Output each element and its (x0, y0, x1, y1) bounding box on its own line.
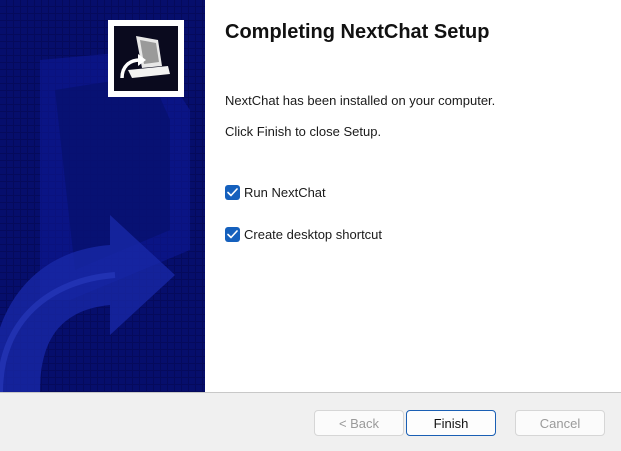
run-nextchat-option[interactable]: Run NextChat (225, 183, 326, 201)
setup-wizard-window: Completing NextChat Setup NextChat has b… (0, 0, 621, 451)
page-title: Completing NextChat Setup (225, 21, 490, 43)
run-nextchat-checkbox[interactable] (225, 184, 240, 200)
cancel-button[interactable]: Cancel (515, 410, 605, 436)
wizard-banner (0, 0, 205, 392)
desktop-shortcut-option[interactable]: Create desktop shortcut (225, 225, 382, 243)
close-hint-message: Click Finish to close Setup. (225, 124, 382, 139)
back-button[interactable]: < Back (314, 410, 404, 436)
desktop-shortcut-checkbox[interactable] (225, 226, 240, 242)
desktop-shortcut-label[interactable]: Create desktop shortcut (244, 227, 382, 242)
finish-button[interactable]: Finish (406, 410, 496, 436)
run-nextchat-label[interactable]: Run NextChat (244, 185, 326, 200)
installed-message: NextChat has been installed on your comp… (225, 93, 496, 108)
installer-logo (108, 20, 184, 97)
installer-computer-icon (114, 26, 178, 91)
checkmark-icon (227, 229, 238, 238)
checkmark-icon (227, 187, 238, 196)
wizard-button-bar: < Back Finish Cancel (0, 392, 621, 451)
wizard-content: Completing NextChat Setup NextChat has b… (205, 0, 621, 392)
